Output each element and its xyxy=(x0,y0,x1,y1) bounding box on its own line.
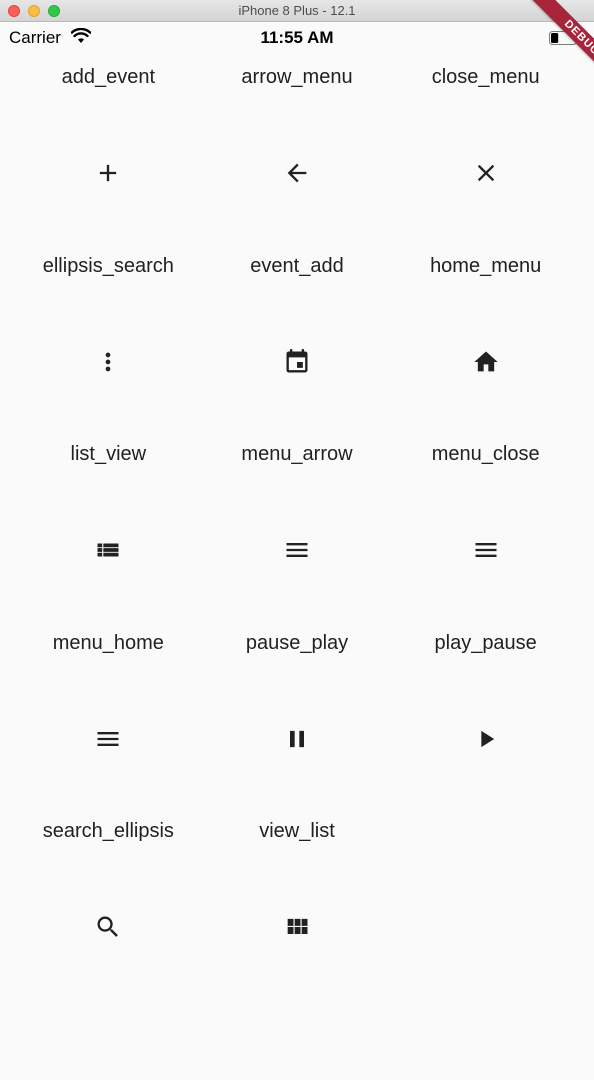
icon-grid-cell: play_pause xyxy=(391,622,580,811)
icon-grid-cell: search_ellipsis xyxy=(14,810,203,999)
calendar-event-icon xyxy=(283,348,311,376)
icon-label: menu_close xyxy=(431,443,540,465)
search-icon xyxy=(94,913,122,941)
arrow-back-icon xyxy=(283,159,311,187)
menu-icon xyxy=(94,725,122,753)
icon-label: list_view xyxy=(70,443,147,465)
icon-label: event_add xyxy=(250,254,344,277)
icon-grid-cell: menu_home xyxy=(14,622,203,811)
pause-icon xyxy=(283,725,311,753)
icon-grid-cell: pause_play xyxy=(203,622,392,811)
menu-icon xyxy=(472,536,500,564)
home-icon xyxy=(472,348,500,376)
icon-label: home_menu xyxy=(430,254,542,277)
icon-grid-cell: event_add xyxy=(203,245,392,434)
icon-label: close_menu xyxy=(431,66,540,88)
icon-grid-cell: list_view xyxy=(14,433,203,622)
icon-label: ellipsis_search xyxy=(42,254,174,277)
status-bar: Carrier 11:55 AM xyxy=(0,22,594,56)
view-module-icon xyxy=(283,913,311,941)
icon-grid-cell: arrow_menu xyxy=(203,56,392,245)
icon-grid-cell: menu_close xyxy=(391,433,580,622)
menu-icon xyxy=(283,536,311,564)
icon-grid-cell: close_menu xyxy=(391,56,580,245)
icon-grid: add_event arrow_menu close_menu ellipsis_se… xyxy=(14,56,580,999)
window-title: iPhone 8 Plus - 12.1 xyxy=(238,3,356,18)
icon-label: add_event xyxy=(61,66,156,88)
battery-icon xyxy=(549,31,581,45)
play-icon xyxy=(472,725,500,753)
status-time: 11:55 AM xyxy=(260,28,334,47)
icon-label: view_list xyxy=(259,820,335,842)
icon-label: search_ellipsis xyxy=(42,820,174,842)
window-titlebar: iPhone 8 Plus - 12.1 xyxy=(0,0,594,22)
more-vert-icon xyxy=(94,348,122,376)
close-icon xyxy=(472,159,500,187)
add-icon xyxy=(94,159,122,187)
icon-grid-cell: add_event xyxy=(14,56,203,245)
icon-label: menu_arrow xyxy=(241,443,353,465)
icon-label: pause_play xyxy=(245,631,349,654)
view-list-icon xyxy=(94,536,122,564)
icon-label: play_pause xyxy=(434,631,537,654)
icon-grid-cell: ellipsis_search xyxy=(14,245,203,434)
icon-grid-cell: menu_arrow xyxy=(203,433,392,622)
icon-label: arrow_menu xyxy=(241,66,353,88)
icon-label: menu_home xyxy=(52,631,164,654)
icon-grid-cell: home_menu xyxy=(391,245,580,434)
icon-grid-cell: view_list xyxy=(203,810,392,999)
